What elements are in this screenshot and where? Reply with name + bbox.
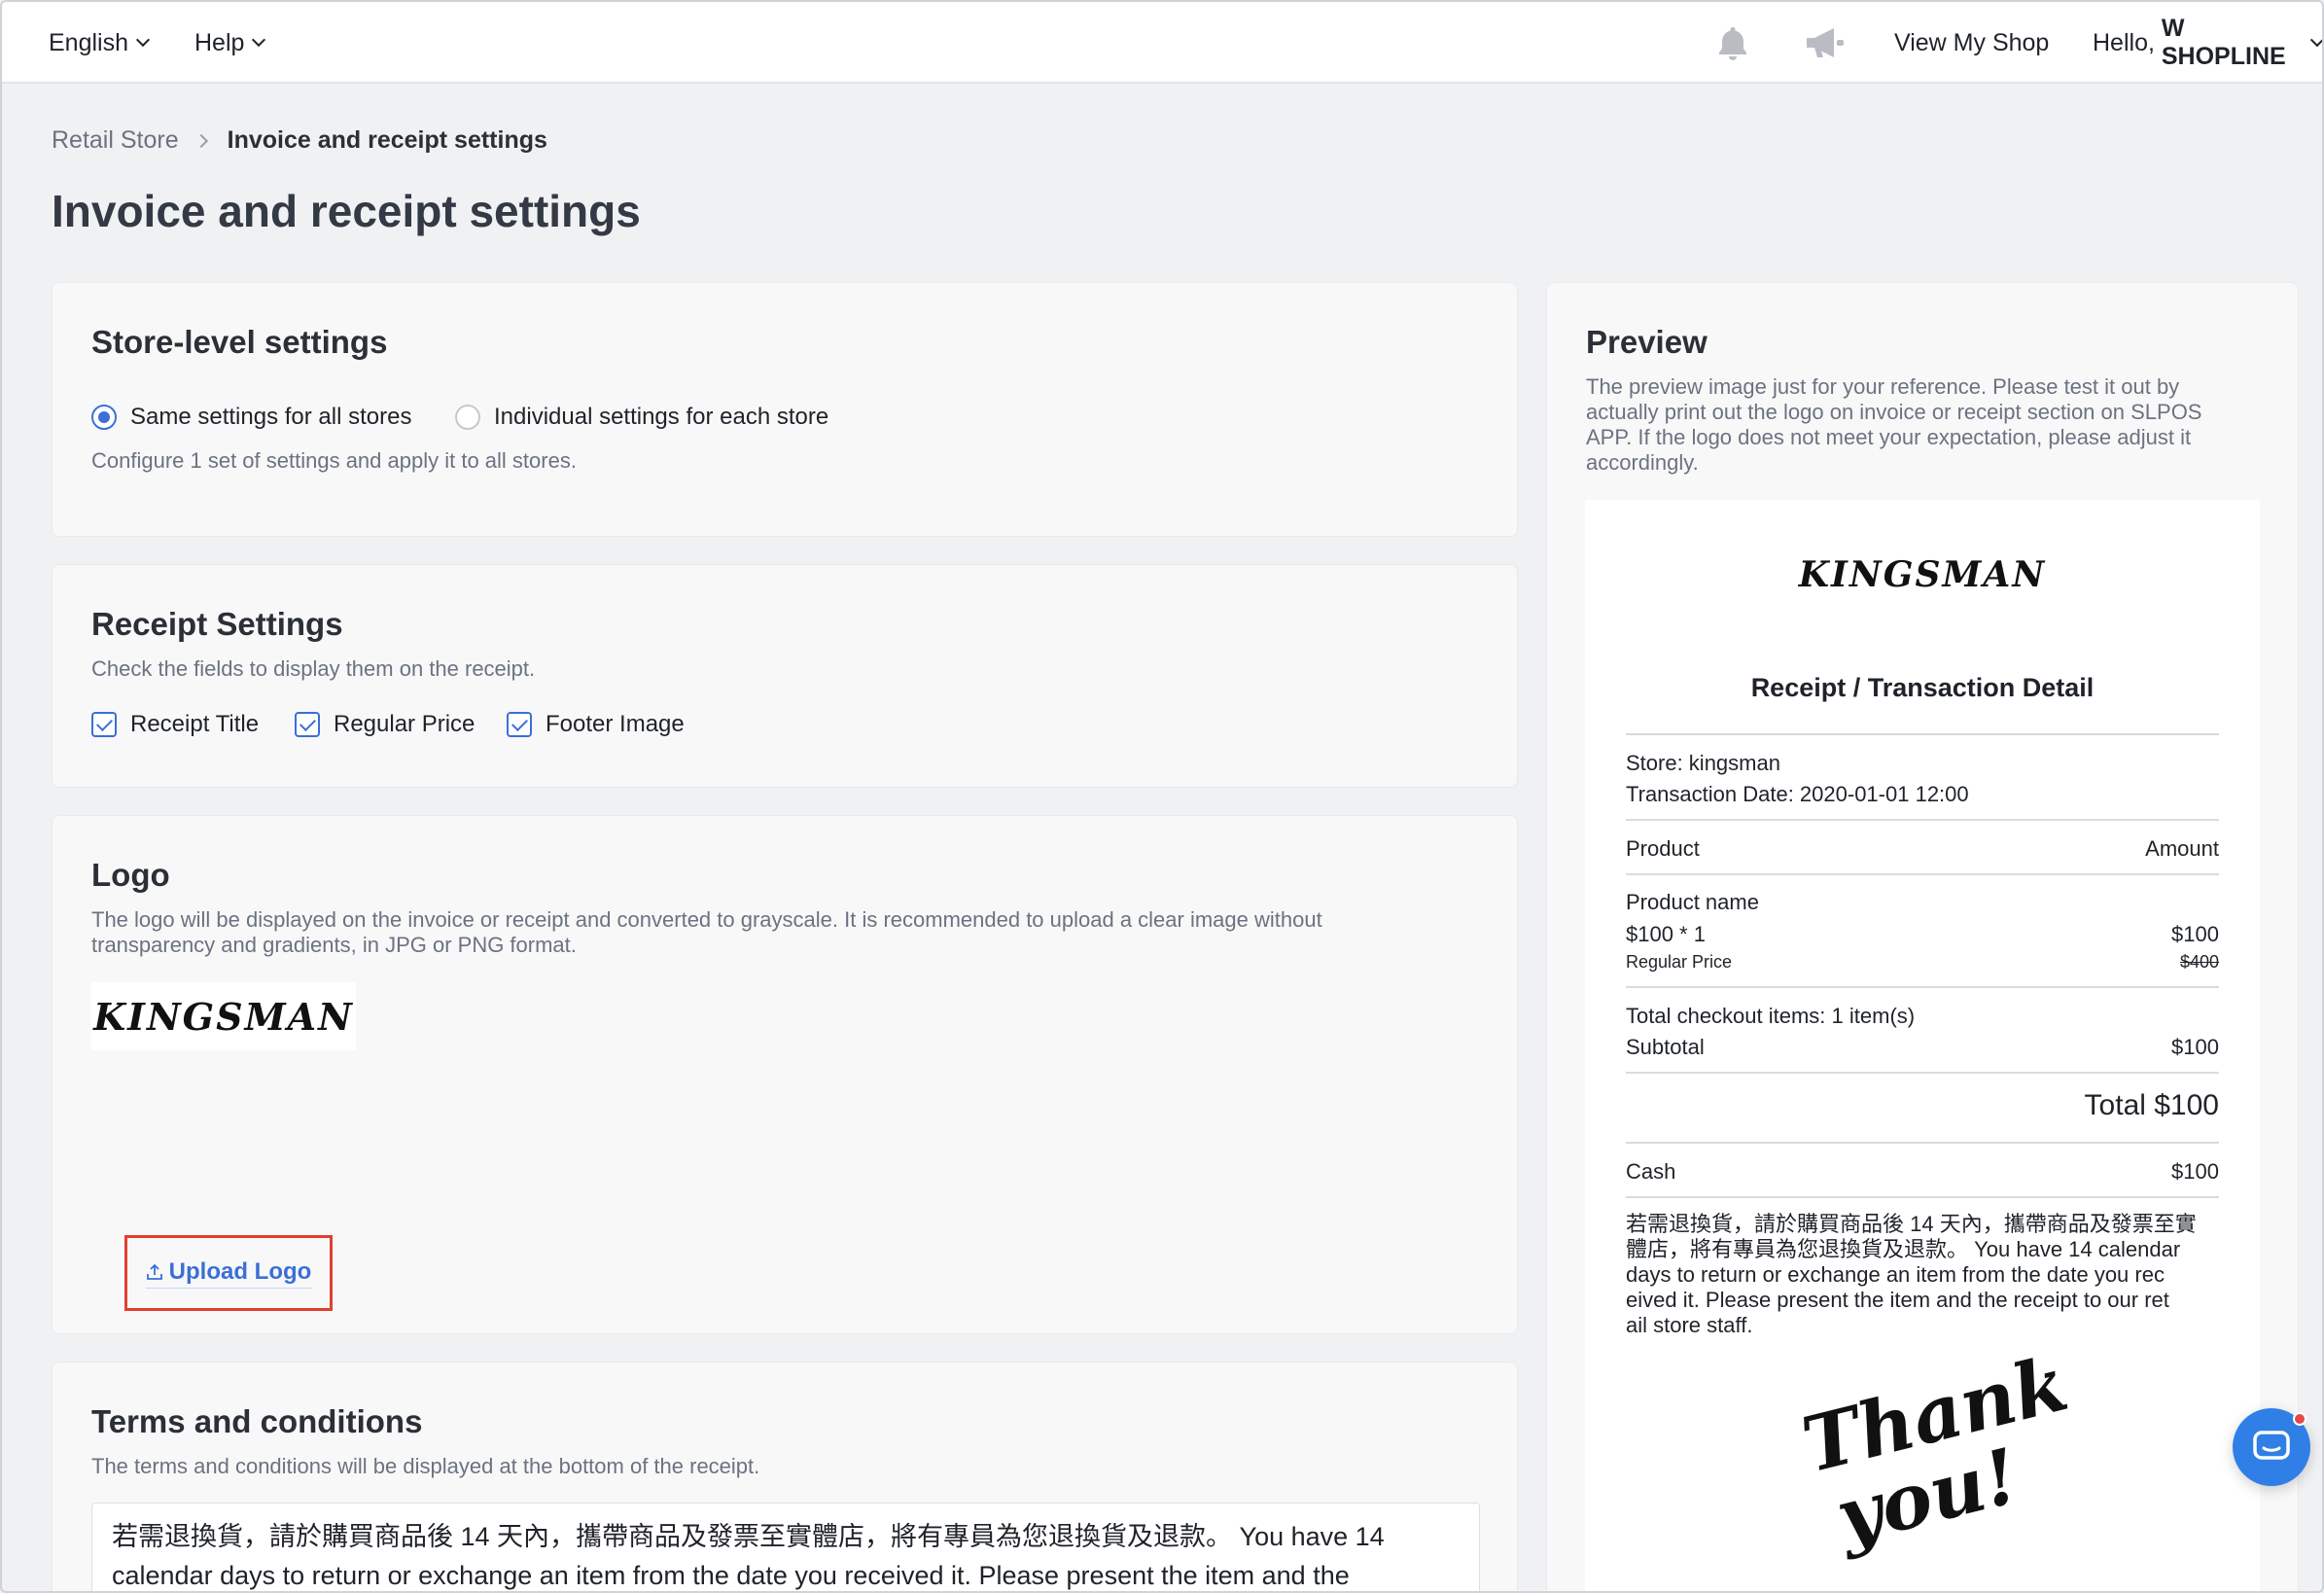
radio-same-settings-label: Same settings for all stores xyxy=(130,404,412,430)
receipt-subtotal-label: Subtotal xyxy=(1626,1035,1705,1059)
radio-individual-settings[interactable]: Individual settings for each store xyxy=(455,404,828,431)
upload-logo-label: Upload Logo xyxy=(168,1257,312,1285)
receipt-settings-help: Check the fields to display them on the … xyxy=(91,656,536,681)
terms-title: Terms and conditions xyxy=(91,1403,423,1439)
help-menu[interactable]: Help xyxy=(194,2,266,84)
logo-help-line1: The logo will be displayed on the invoic… xyxy=(91,907,1322,932)
app-window: English Help View My Shop Hello, W SHOPL… xyxy=(0,0,2324,1593)
receipt-footer-image: Thank you! xyxy=(1794,1339,2076,1591)
bell-icon[interactable] xyxy=(1713,23,1752,62)
checkbox-regular-price[interactable]: Regular Price xyxy=(295,711,475,738)
terms-textarea[interactable]: 若需退換貨，請於購買商品後 14 天內，攜帶商品及發票至實體店，將有專員為您退換… xyxy=(91,1503,1480,1591)
checkbox-footer-image[interactable]: Footer Image xyxy=(507,711,685,738)
receipt-divider xyxy=(1626,733,2219,735)
language-selector[interactable]: English xyxy=(49,2,151,84)
receipt-qty-amount: $100 xyxy=(2171,922,2219,946)
receipt-terms-line: 體店，將有專員為您退換貨及退款。 You have 14 calendar xyxy=(1626,1237,2181,1261)
receipt-settings-card: Receipt Settings Check the fields to dis… xyxy=(52,564,1518,788)
radio-individual-settings-label: Individual settings for each store xyxy=(494,404,829,430)
view-my-shop-label: View My Shop xyxy=(1894,28,2050,56)
receipt-regular-amount: $400 xyxy=(2179,952,2219,972)
checkbox-checked-icon[interactable] xyxy=(295,712,320,737)
receipt-qty-line: $100 * 1 xyxy=(1626,922,1706,946)
receipt-logo: KINGSMAN xyxy=(1585,554,2260,595)
receipt-cash-label: Cash xyxy=(1626,1159,1676,1184)
receipt-product-name: Product name xyxy=(1626,890,1759,914)
receipt-total-items: Total checkout items: 1 item(s) xyxy=(1626,1004,1916,1028)
greeting-prefix: Hello, xyxy=(2093,28,2162,56)
language-label: English xyxy=(49,28,128,56)
receipt-cash-amount: $100 xyxy=(2171,1159,2219,1184)
checkbox-receipt-title[interactable]: Receipt Title xyxy=(91,711,259,738)
receipt-terms: 若需退換貨，請於購買商品後 14 天內，攜帶商品及發票至實 體店，將有專員為您退… xyxy=(1626,1212,2197,1338)
store-level-settings-card: Store-level settings Same settings for a… xyxy=(52,282,1518,537)
receipt-settings-title: Receipt Settings xyxy=(91,606,343,642)
chat-icon xyxy=(2253,1431,2290,1460)
store-settings-title: Store-level settings xyxy=(91,324,388,360)
logo-title: Logo xyxy=(91,857,170,893)
terms-help: The terms and conditions will be display… xyxy=(91,1454,760,1478)
receipt-terms-line: eived it. Please present the item and th… xyxy=(1626,1288,2169,1312)
logo-help-line2: transparency and gradients, in JPG or PN… xyxy=(91,933,577,957)
account-name: W SHOPLINE xyxy=(2161,15,2286,70)
chevron-down-icon xyxy=(135,32,151,48)
chat-launcher-button[interactable] xyxy=(2233,1408,2310,1486)
chevron-right-icon xyxy=(194,133,208,148)
radio-same-settings[interactable]: Same settings for all stores xyxy=(91,404,411,431)
preview-help-line4: accordingly. xyxy=(1586,450,1699,475)
chevron-down-icon xyxy=(2310,33,2322,47)
receipt-subtotal-amount: $100 xyxy=(2171,1035,2219,1059)
logo-image: KINGSMAN xyxy=(91,982,356,1050)
preview-help-line2: actually print out the logo on invoice o… xyxy=(1586,400,2202,424)
breadcrumb-retail-store[interactable]: Retail Store xyxy=(52,126,179,155)
terms-text-line1: 若需退換貨，請於購買商品後 14 天內，攜帶商品及發票至實體店，將有專員為您退換… xyxy=(112,1522,1385,1551)
receipt-divider xyxy=(1626,1072,2219,1074)
breadcrumb: Retail Store Invoice and receipt setting… xyxy=(52,126,547,155)
checkbox-checked-icon[interactable] xyxy=(507,712,532,737)
receipt-regular-label: Regular Price xyxy=(1626,952,1733,972)
checkbox-regular-price-label: Regular Price xyxy=(334,711,475,737)
upload-logo-button[interactable]: Upload Logo xyxy=(145,1257,312,1289)
preview-title: Preview xyxy=(1586,324,1708,360)
breadcrumb-current: Invoice and receipt settings xyxy=(227,126,547,154)
receipt-store: Store: kingsman xyxy=(1626,751,1780,775)
checkbox-footer-image-label: Footer Image xyxy=(546,711,685,737)
preview-help-line3: APP. If the logo does not meet your expe… xyxy=(1586,425,2192,449)
page-title: Invoice and receipt settings xyxy=(52,186,641,236)
chevron-down-icon xyxy=(252,32,266,48)
receipt-divider xyxy=(1626,986,2219,988)
receipt-divider xyxy=(1626,819,2219,821)
account-menu[interactable]: Hello, W SHOPLINE xyxy=(2093,2,2322,84)
upload-icon xyxy=(146,1263,162,1280)
megaphone-icon[interactable] xyxy=(1803,23,1846,62)
receipt-divider xyxy=(1626,1142,2219,1144)
notification-dot xyxy=(2293,1412,2306,1426)
store-settings-help: Configure 1 set of settings and apply it… xyxy=(91,448,577,473)
checkbox-receipt-title-label: Receipt Title xyxy=(130,711,260,737)
receipt-total: Total $100 xyxy=(2084,1089,2219,1121)
receipt-date: Transaction Date: 2020-01-01 12:00 xyxy=(1626,782,1969,806)
receipt-col-amount: Amount xyxy=(2145,836,2219,861)
checkbox-checked-icon[interactable] xyxy=(91,712,117,737)
receipt-col-product: Product xyxy=(1626,836,1700,861)
upload-logo-highlight: Upload Logo xyxy=(124,1235,333,1311)
receipt-terms-line: ail store staff. xyxy=(1626,1313,1753,1337)
logo-wordmark: KINGSMAN xyxy=(93,994,354,1039)
receipt-terms-line: 若需退換貨，請於購買商品後 14 天內，攜帶商品及發票至實 xyxy=(1626,1212,2197,1236)
preview-help-line1: The preview image just for your referenc… xyxy=(1586,374,2180,399)
receipt-heading: Receipt / Transaction Detail xyxy=(1750,673,2095,702)
receipt-preview: KINGSMAN Receipt / Transaction Detail St… xyxy=(1585,500,2260,1591)
radio-button-unchecked[interactable] xyxy=(455,405,480,430)
radio-button-checked[interactable] xyxy=(91,405,117,430)
receipt-logo-wordmark: KINGSMAN xyxy=(1798,554,2047,595)
help-label: Help xyxy=(194,28,245,56)
receipt-divider xyxy=(1626,1196,2219,1198)
top-navigation-bar: English Help View My Shop Hello, W SHOPL… xyxy=(2,2,2322,84)
terms-text-line2: calendar days to return or exchange an i… xyxy=(112,1561,1350,1590)
receipt-divider xyxy=(1626,873,2219,875)
receipt-terms-line: days to return or exchange an item from … xyxy=(1626,1262,2165,1287)
view-my-shop-link[interactable]: View My Shop xyxy=(1894,2,2049,84)
